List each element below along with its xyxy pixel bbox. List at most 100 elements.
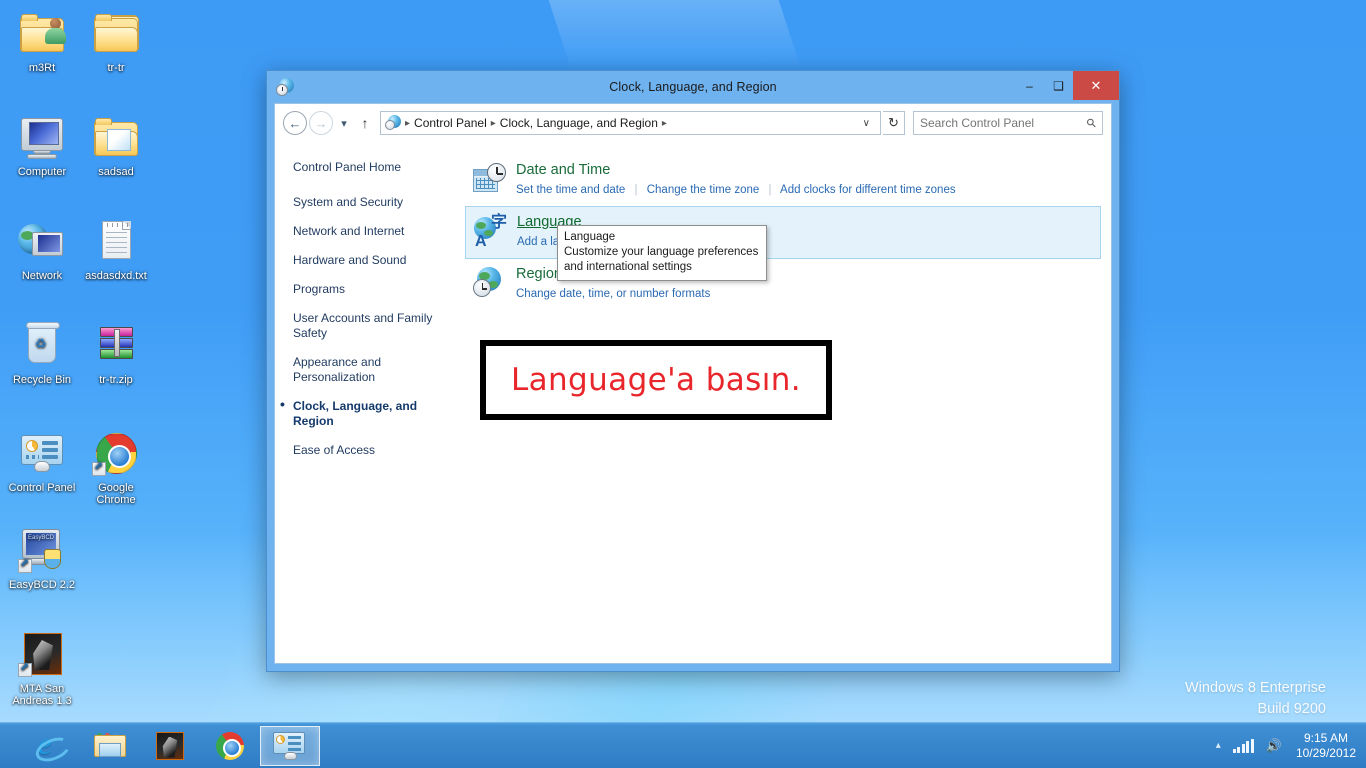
desktop-icon-sadsad[interactable]: sadsad (78, 114, 154, 178)
file-explorer-icon (94, 732, 126, 759)
taskbar-button-control-panel[interactable] (260, 725, 320, 766)
desktop-icon-asdasdxd-txt[interactable]: asdasdxd.txt (78, 218, 154, 282)
link-separator: | (768, 184, 772, 196)
minimize-button[interactable]: – (1015, 71, 1044, 100)
desktop-icon-label: EasyBCD 2.2 (8, 579, 76, 591)
watermark-build: Build 9200 (1257, 701, 1326, 717)
sidebar-item-user-accounts-and-family-safety[interactable]: User Accounts and Family Safety (293, 311, 453, 341)
address-bar[interactable]: ▸ Control Panel ▸ Clock, Language, and R… (380, 111, 881, 135)
zip-archive-icon (92, 322, 140, 370)
link-change-the-time-zone[interactable]: Change the time zone (647, 184, 760, 196)
desktop-icon-label: Control Panel (8, 482, 76, 494)
sidebar-item-hardware-and-sound[interactable]: Hardware and Sound (293, 253, 453, 268)
shortcut-overlay-icon (92, 460, 106, 476)
category-links-date-and-time: Set the time and date | Change the time … (516, 183, 1093, 198)
sidebar-item-appearance-and-personalization[interactable]: Appearance and Personalization (293, 355, 453, 385)
text-file-icon (92, 218, 140, 266)
taskbar-buttons (0, 723, 320, 768)
computer-icon (18, 114, 66, 162)
control-panel-breadcrumb-icon (385, 115, 402, 131)
link-add-clocks-for-different-time-zones[interactable]: Add clocks for different time zones (780, 184, 956, 196)
maximize-button[interactable]: ❑ (1044, 71, 1073, 100)
taskbar-button-mta-san-andreas[interactable] (140, 726, 200, 766)
sidebar-item-clock-language-and-region[interactable]: Clock, Language, and Region (280, 397, 453, 429)
language-tooltip: Language Customize your language prefere… (557, 225, 767, 281)
desktop-icon-mta-san-andreas[interactable]: MTA San Andreas 1.3 (4, 631, 80, 707)
desktop-icon-network[interactable]: Network (4, 218, 80, 282)
breadcrumb-control-panel[interactable]: Control Panel (411, 116, 490, 130)
desktop-icon-label: Computer (17, 166, 67, 178)
breadcrumb-clock-language-region[interactable]: Clock, Language, and Region (497, 116, 661, 130)
desktop-icon-control-panel[interactable]: Control Panel (4, 430, 80, 494)
category-date-and-time[interactable]: Date and Time Set the time and date | Ch… (465, 155, 1101, 206)
breadcrumb-separator: ▸ (490, 117, 496, 129)
instruction-annotation-text: Language'a basın. (510, 362, 802, 398)
clock-date: 10/29/2012 (1295, 745, 1356, 760)
window-title-bar[interactable]: Clock, Language, and Region – ❑ ✕ (267, 71, 1119, 103)
volume-speaker-icon[interactable]: 🔊 (1266, 738, 1282, 754)
chrome-icon (92, 430, 140, 478)
link-change-date-time-or-number-formats[interactable]: Change date, time, or number formats (516, 288, 710, 300)
breadcrumb-separator: ▸ (405, 117, 411, 129)
internet-explorer-icon (35, 726, 65, 762)
sidebar-item-control-panel-home[interactable]: Control Panel Home (293, 160, 453, 175)
chrome-icon (216, 731, 244, 760)
search-box[interactable]: ⚲ (913, 111, 1103, 135)
recent-locations-chevron-down-icon[interactable]: ▾ (335, 111, 353, 135)
desktop-icon-tr-tr[interactable]: tr-tr (78, 10, 154, 74)
window-title: Clock, Language, and Region (609, 80, 777, 94)
system-tray: ▴ 🔊 9:15 AM 10/29/2012 (1216, 731, 1366, 761)
language-icon: 字 A (474, 214, 507, 250)
search-input[interactable] (920, 116, 1088, 130)
desktop-icon-m3rt[interactable]: m3Rt (4, 10, 80, 74)
sidebar-item-network-and-internet[interactable]: Network and Internet (293, 224, 453, 239)
shortcut-overlay-icon (18, 557, 32, 573)
sidebar-item-ease-of-access[interactable]: Ease of Access (293, 443, 453, 458)
taskbar-button-file-explorer[interactable] (80, 726, 140, 766)
category-title-date-and-time[interactable]: Date and Time (516, 161, 610, 180)
clock-time: 9:15 AM (1303, 730, 1348, 745)
instruction-annotation-box: Language'a basın. (480, 340, 832, 420)
taskbar-button-google-chrome[interactable] (200, 726, 260, 766)
sidebar-item-programs[interactable]: Programs (293, 282, 453, 297)
control-panel-icon (18, 430, 66, 478)
desktop-icon-tr-tr-zip[interactable]: tr-tr.zip (78, 322, 154, 386)
folder-person-icon (18, 10, 66, 58)
show-hidden-icons-chevron-up-icon[interactable]: ▴ (1216, 740, 1221, 751)
folder-stack-icon (92, 10, 140, 58)
sidebar-item-system-and-security[interactable]: System and Security (293, 195, 453, 210)
taskbar: ▴ 🔊 9:15 AM 10/29/2012 (0, 722, 1366, 768)
watermark-edition: Windows 8 Enterprise (1184, 680, 1326, 696)
breadcrumb-separator: ▸ (661, 117, 667, 129)
link-set-the-time-and-date[interactable]: Set the time and date (516, 184, 625, 196)
desktop-icon-label: Recycle Bin (12, 374, 72, 386)
desktop-icon-label: tr-tr.zip (99, 374, 133, 386)
network-icon (18, 218, 66, 266)
mta-san-andreas-icon (156, 731, 184, 760)
address-dropdown-chevron-down-icon[interactable]: ∨ (857, 118, 876, 129)
refresh-button[interactable]: ↻ (883, 111, 905, 135)
forward-button[interactable]: → (309, 111, 333, 135)
network-signal-icon[interactable] (1232, 738, 1254, 753)
desktop-icon-computer[interactable]: Computer (4, 114, 80, 178)
control-panel-window-icon (276, 77, 296, 97)
taskbar-button-internet-explorer[interactable] (20, 726, 80, 766)
desktop-icon-recycle-bin[interactable]: ♻ Recycle Bin (4, 322, 80, 386)
category-links-region: Change date, time, or number formats (516, 287, 1093, 302)
tooltip-body: Customize your language preferences and … (564, 246, 759, 273)
close-button[interactable]: ✕ (1073, 71, 1119, 100)
back-button[interactable]: ← (283, 111, 307, 135)
control-panel-window: Clock, Language, and Region – ❑ ✕ ← → ▾ … (266, 70, 1120, 672)
date-and-time-icon (473, 163, 506, 196)
category-title-region[interactable]: Region (516, 265, 562, 284)
windows-activation-watermark: Windows 8 Enterprise Build 9200 (1185, 678, 1326, 720)
recycle-bin-icon: ♻ (18, 322, 66, 370)
desktop-icon-label: m3Rt (28, 62, 56, 74)
taskbar-clock[interactable]: 9:15 AM 10/29/2012 (1294, 731, 1356, 761)
up-one-level-button[interactable]: ↑ (355, 111, 375, 135)
desktop-icon-google-chrome[interactable]: Google Chrome (78, 430, 154, 506)
link-separator: | (634, 184, 638, 196)
desktop-icon-label: tr-tr (107, 62, 125, 74)
desktop-icon-easybcd[interactable]: EasyBCD EasyBCD 2.2 (4, 527, 80, 591)
navigation-sidebar: Control Panel Home System and Security N… (275, 142, 465, 663)
